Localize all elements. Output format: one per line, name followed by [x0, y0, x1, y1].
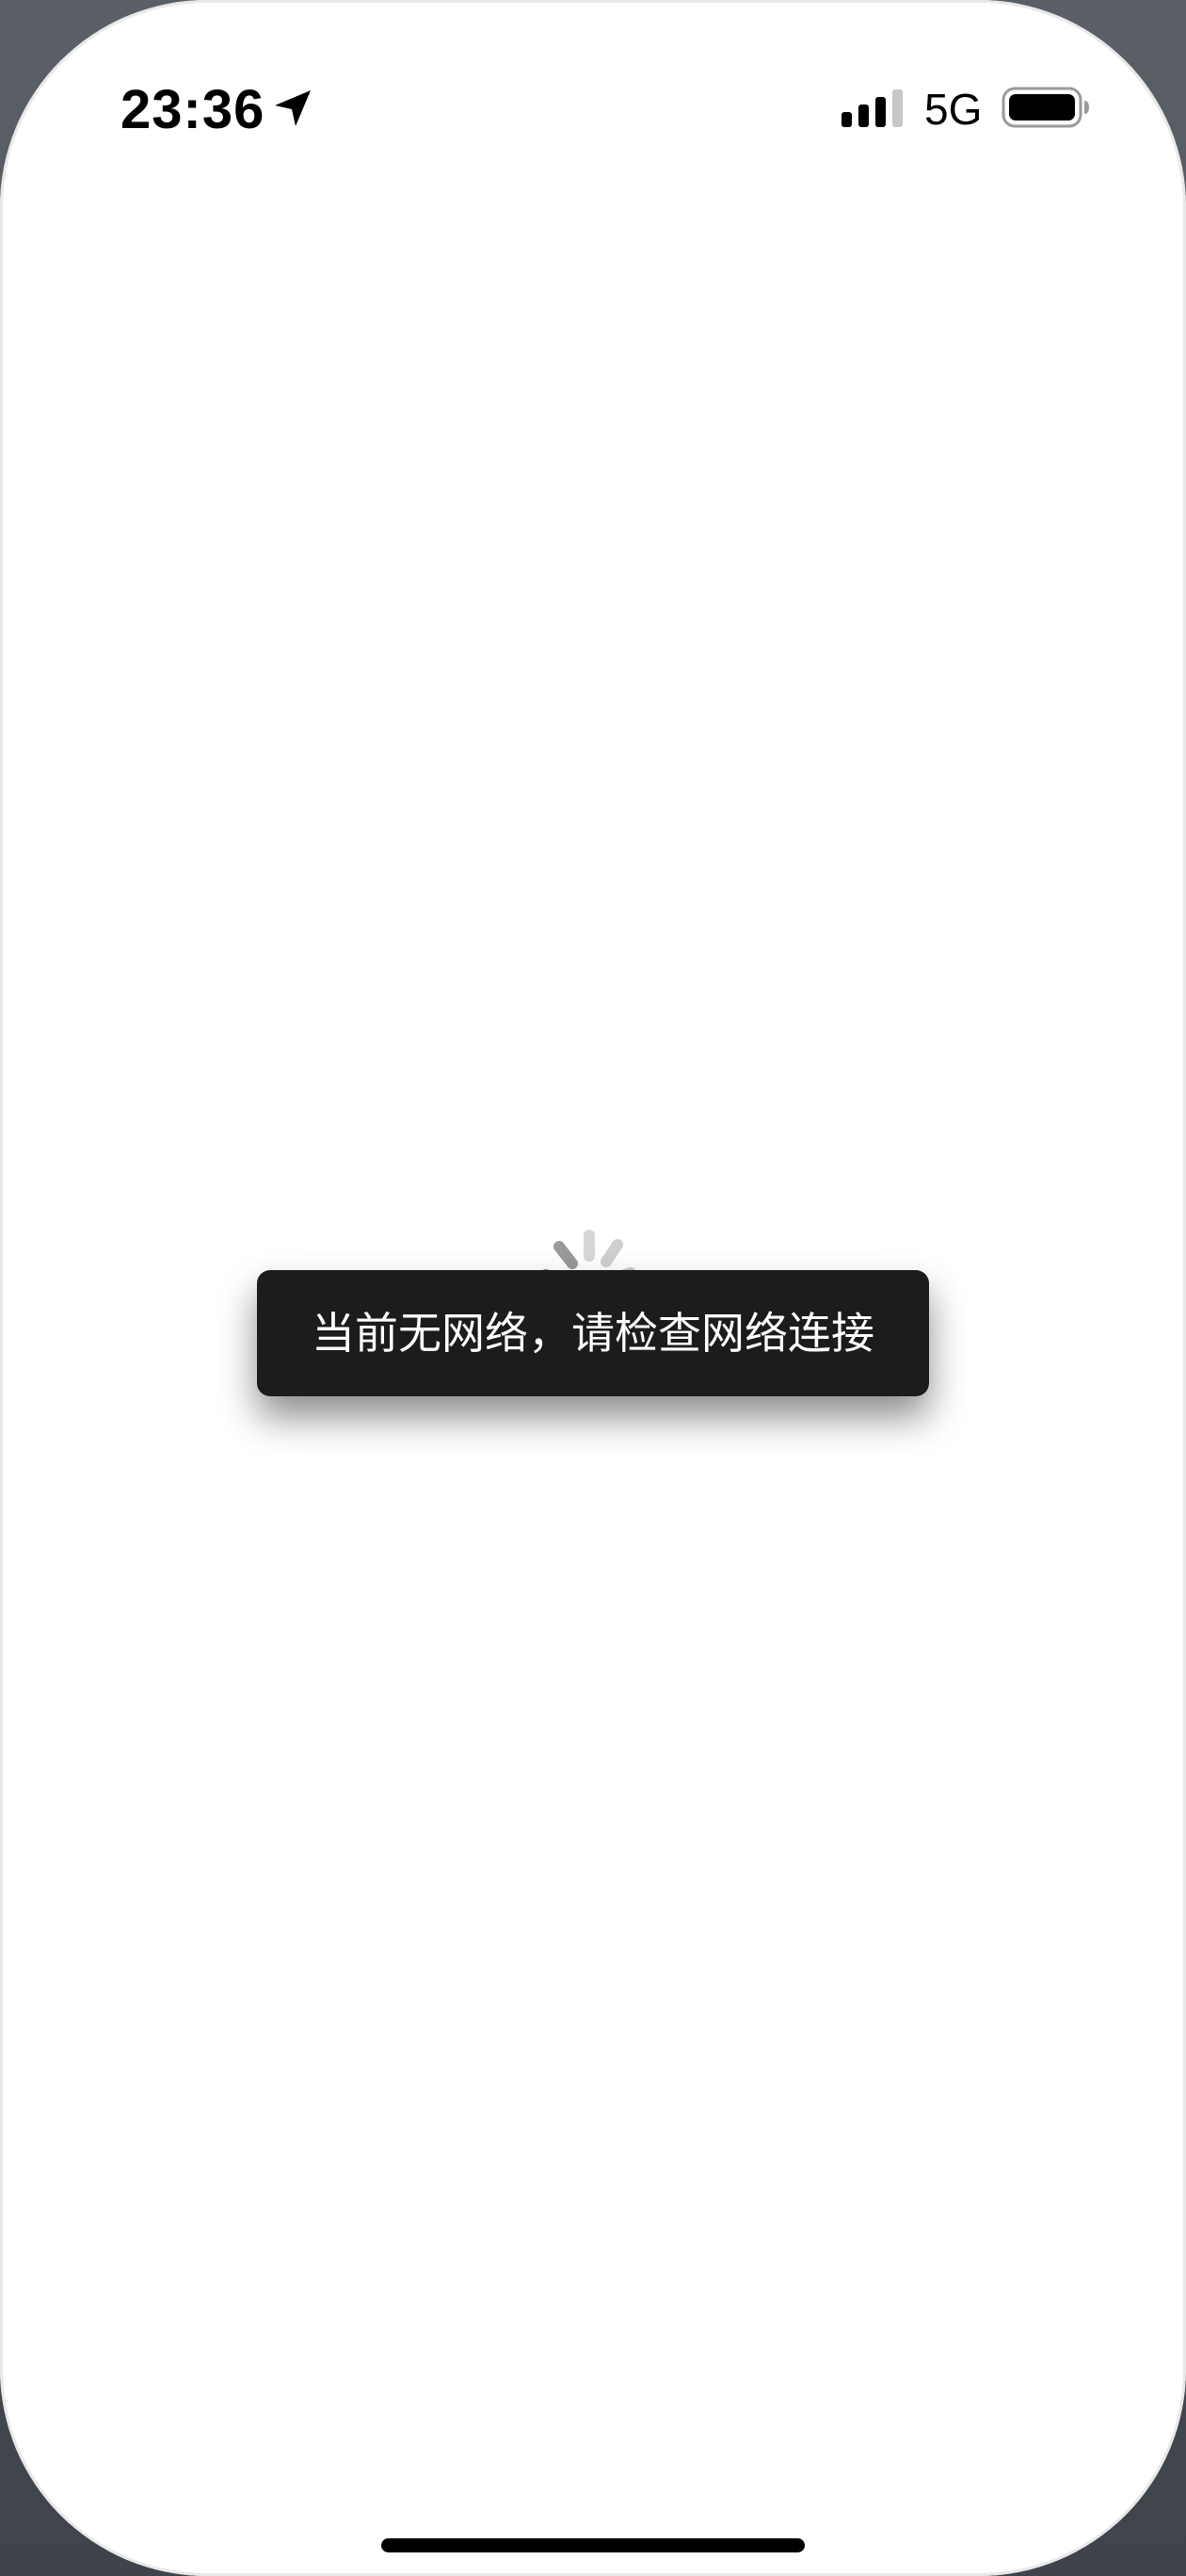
status-bar: 23:36 5G	[0, 0, 1186, 217]
toast-message: 当前无网络，请检查网络连接	[312, 1308, 874, 1359]
status-time: 23:36	[120, 79, 265, 140]
battery-icon	[1002, 87, 1089, 128]
phone-screen: 23:36 5G 当前无网络，请检查网络连接	[0, 0, 1186, 2576]
location-arrow-icon	[275, 90, 311, 126]
home-indicator[interactable]	[381, 2538, 805, 2552]
signal-icon	[841, 89, 903, 127]
network-type-label: 5G	[924, 85, 983, 134]
network-error-toast: 当前无网络，请检查网络连接	[257, 1270, 929, 1396]
